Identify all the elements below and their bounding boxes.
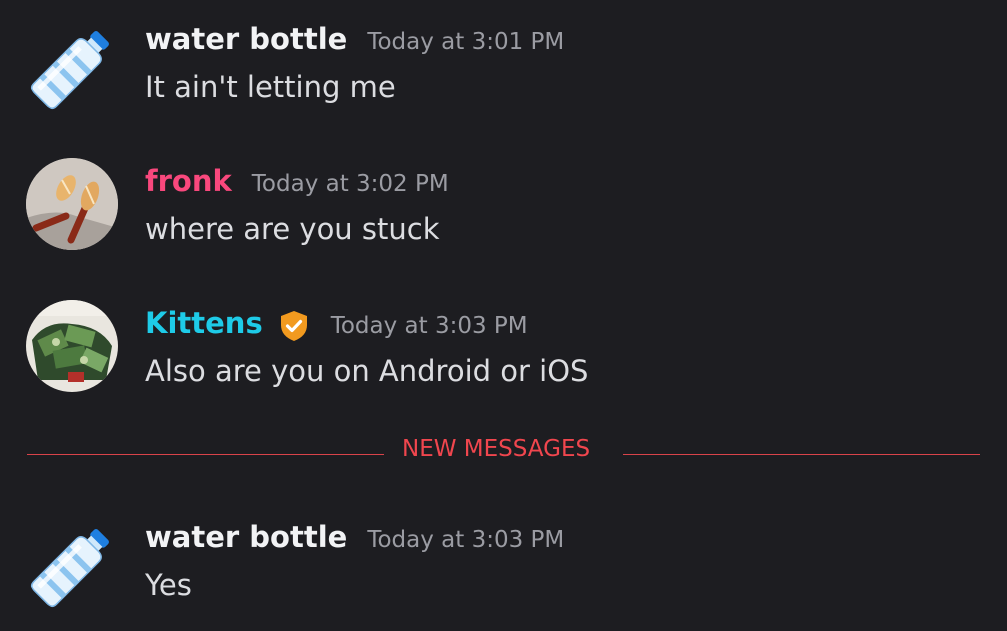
fronk-avatar-image xyxy=(26,158,118,250)
message-timestamp[interactable]: Today at 3:01 PM xyxy=(367,29,564,55)
message-header: water bottle Today at 3:01 PM xyxy=(145,22,564,62)
water-bottle-icon xyxy=(30,31,109,110)
message-header: Kittens Today at 3:03 PM xyxy=(145,306,528,346)
message-timestamp[interactable]: Today at 3:02 PM xyxy=(252,171,449,197)
message-item[interactable]: water bottle Today at 3:03 PM Yes xyxy=(0,520,1007,620)
water-bottle-avatar[interactable] xyxy=(26,22,118,114)
new-messages-label: NEW MESSAGES xyxy=(402,436,591,462)
username[interactable]: water bottle xyxy=(145,520,347,554)
message-text: Yes xyxy=(145,568,192,602)
chat-message-list: water bottle Today at 3:01 PM It ain't l… xyxy=(0,0,1007,631)
divider-line-right xyxy=(623,454,980,455)
divider-line-left xyxy=(27,454,384,455)
message-text: where are you stuck xyxy=(145,212,440,246)
message-item[interactable]: Kittens Today at 3:03 PM Also are you on… xyxy=(0,300,1007,406)
message-item[interactable]: fronk Today at 3:02 PM where are you stu… xyxy=(0,158,1007,264)
message-timestamp[interactable]: Today at 3:03 PM xyxy=(367,527,564,553)
water-bottle-icon xyxy=(30,529,109,608)
message-text: It ain't letting me xyxy=(145,70,396,104)
kittens-avatar[interactable] xyxy=(26,300,118,392)
message-header: fronk Today at 3:02 PM xyxy=(145,164,449,204)
username[interactable]: fronk xyxy=(145,164,232,198)
username[interactable]: Kittens xyxy=(145,306,263,340)
message-item[interactable]: water bottle Today at 3:01 PM It ain't l… xyxy=(0,22,1007,122)
message-text: Also are you on Android or iOS xyxy=(145,354,589,388)
new-messages-divider: NEW MESSAGES xyxy=(27,436,980,472)
kittens-avatar-image xyxy=(26,300,118,392)
message-timestamp[interactable]: Today at 3:03 PM xyxy=(331,313,528,339)
fronk-avatar[interactable] xyxy=(26,158,118,250)
verified-shield-icon[interactable] xyxy=(277,309,311,343)
water-bottle-avatar[interactable] xyxy=(26,520,118,612)
username[interactable]: water bottle xyxy=(145,22,347,56)
message-header: water bottle Today at 3:03 PM xyxy=(145,520,564,560)
